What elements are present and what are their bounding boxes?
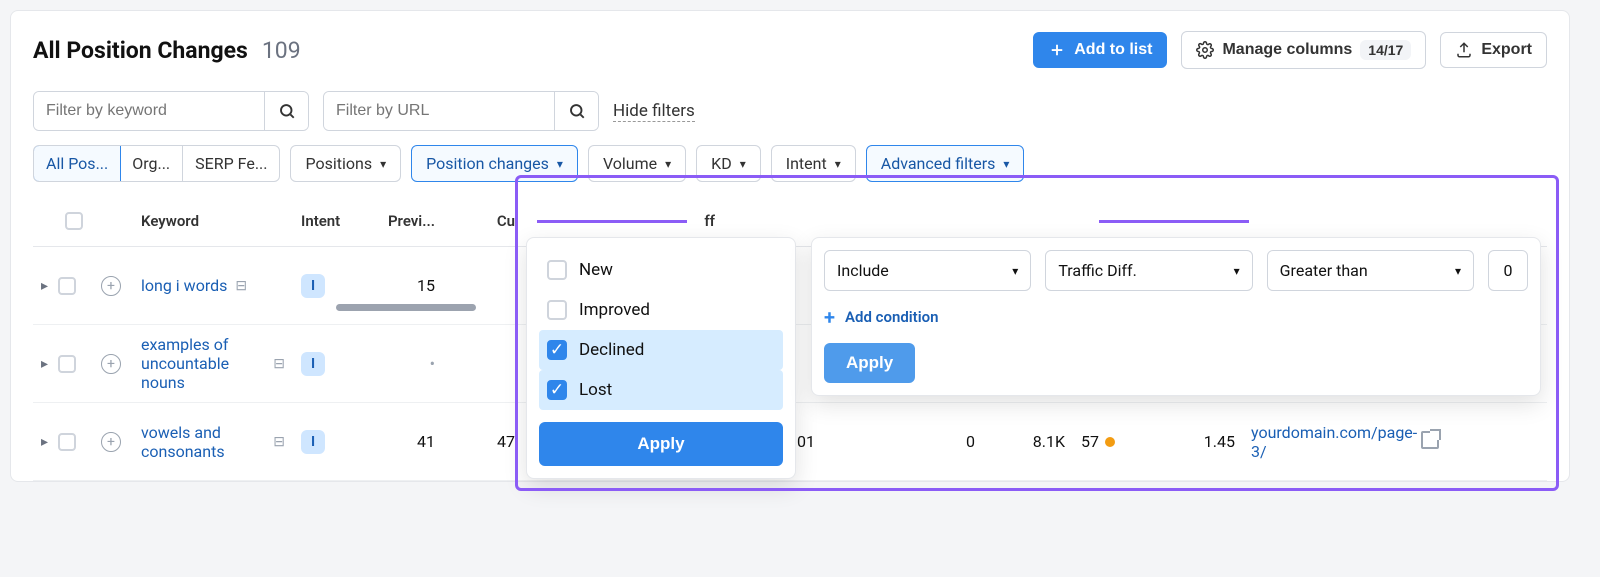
- url-link[interactable]: yourdomain.com/page-3/: [1251, 423, 1417, 461]
- adv-value-input[interactable]: 0: [1488, 250, 1528, 291]
- export-icon: [1455, 41, 1473, 59]
- keyword-search-button[interactable]: [264, 92, 308, 130]
- row-checkbox[interactable]: [58, 277, 76, 295]
- col-current[interactable]: Cu: [443, 206, 523, 236]
- position-changes-filter[interactable]: Position changes▾: [411, 145, 578, 182]
- export-button[interactable]: Export: [1440, 32, 1547, 68]
- add-to-list-button[interactable]: Add to list: [1033, 32, 1167, 68]
- col-intent[interactable]: Intent: [293, 206, 363, 236]
- keyword-filter-group: [33, 91, 309, 131]
- intent-badge: I: [301, 274, 325, 298]
- keyword-link[interactable]: examples of uncountable nouns: [141, 335, 265, 392]
- expand-icon[interactable]: ▸: [41, 434, 48, 450]
- plus-icon: +: [824, 305, 835, 329]
- chevron-down-icon: ▾: [1234, 264, 1240, 278]
- gear-icon: [1196, 41, 1214, 59]
- volume-value: 8.1K: [983, 426, 1073, 457]
- hide-filters-link[interactable]: Hide filters: [613, 101, 695, 122]
- expand-icon[interactable]: ▸: [41, 278, 48, 294]
- advanced-filters-popover: Include▾ Traffic Diff.▾ Greater than▾ 0 …: [811, 237, 1541, 396]
- row-checkbox[interactable]: [58, 355, 76, 373]
- keyword-filter-input[interactable]: [34, 92, 264, 130]
- col-previous[interactable]: Previ...: [363, 206, 443, 236]
- search-icon: [568, 102, 586, 120]
- serp-icon[interactable]: ⊟: [273, 356, 285, 372]
- adv-metric-select[interactable]: Traffic Diff.▾: [1045, 250, 1252, 291]
- expand-icon[interactable]: ▸: [41, 356, 48, 372]
- seg-serp-features[interactable]: SERP Fe...: [183, 146, 279, 181]
- pc-option-improved[interactable]: Improved: [539, 290, 783, 330]
- position-type-segment: All Pos... Org... SERP Fe...: [33, 145, 280, 182]
- plus-icon: [1048, 41, 1066, 59]
- chevron-down-icon: ▾: [740, 157, 746, 171]
- keyword-link[interactable]: long i words: [141, 276, 227, 295]
- volume-filter[interactable]: Volume▾: [588, 145, 686, 182]
- manage-columns-button[interactable]: Manage columns 14/17: [1181, 31, 1426, 69]
- result-count: 109: [262, 37, 301, 64]
- add-keyword-icon[interactable]: +: [101, 276, 121, 296]
- export-label: Export: [1481, 41, 1532, 59]
- chevron-down-icon: ▾: [380, 157, 386, 171]
- select-all-checkbox[interactable]: [65, 212, 83, 230]
- external-link-icon[interactable]: [1421, 431, 1439, 449]
- cpc-value: 1.45: [1153, 426, 1243, 457]
- seg-organic[interactable]: Org...: [120, 146, 183, 181]
- cell-value: 0: [903, 426, 983, 457]
- intent-badge: I: [301, 430, 325, 454]
- adv-include-select[interactable]: Include▾: [824, 250, 1031, 291]
- keyword-link[interactable]: vowels and consonants: [141, 423, 265, 461]
- chevron-down-icon: ▾: [557, 157, 563, 171]
- checkbox-checked-icon: ✓: [547, 340, 567, 360]
- chevron-down-icon: ▾: [1455, 264, 1461, 278]
- position-changes-popover: New Improved ✓ Declined ✓ Lost Apply: [526, 237, 796, 479]
- url-search-button[interactable]: [554, 92, 598, 130]
- url-filter-group: [323, 91, 599, 131]
- kd-value: 57: [1081, 432, 1099, 451]
- adv-apply-button[interactable]: Apply: [824, 343, 915, 383]
- page-title: All Position Changes: [33, 37, 248, 64]
- pc-option-lost[interactable]: ✓ Lost: [539, 370, 783, 410]
- pc-option-new[interactable]: New: [539, 250, 783, 290]
- row-checkbox[interactable]: [58, 433, 76, 451]
- add-to-list-label: Add to list: [1074, 41, 1152, 59]
- serp-icon[interactable]: ⊟: [273, 434, 285, 450]
- col-keyword[interactable]: Keyword: [133, 206, 293, 236]
- current-pos: 47: [443, 426, 523, 457]
- url-filter-input[interactable]: [324, 92, 554, 130]
- seg-all-positions[interactable]: All Pos...: [33, 145, 121, 182]
- chevron-down-icon: ▾: [835, 157, 841, 171]
- chevron-down-icon: ▾: [665, 157, 671, 171]
- chevron-down-icon: ▾: [1003, 157, 1009, 171]
- adv-operator-select[interactable]: Greater than▾: [1267, 250, 1474, 291]
- advanced-filters[interactable]: Advanced filters▾: [866, 145, 1025, 182]
- kd-filter[interactable]: KD▾: [696, 145, 761, 182]
- add-keyword-icon[interactable]: +: [101, 354, 121, 374]
- checkbox-checked-icon: ✓: [547, 380, 567, 400]
- columns-count-badge: 14/17: [1360, 40, 1411, 60]
- previous-pos: •: [363, 348, 443, 379]
- kd-dot-icon: [1105, 437, 1115, 447]
- intent-filter[interactable]: Intent▾: [771, 145, 856, 182]
- chevron-down-icon: ▾: [1012, 264, 1018, 278]
- pc-apply-button[interactable]: Apply: [539, 422, 783, 466]
- horizontal-scroll-thumb[interactable]: [336, 304, 476, 311]
- manage-columns-label: Manage columns: [1222, 41, 1352, 59]
- add-keyword-icon[interactable]: +: [101, 432, 121, 452]
- intent-badge: I: [301, 352, 325, 376]
- checkbox-icon: [547, 260, 567, 280]
- positions-filter[interactable]: Positions▾: [290, 145, 401, 182]
- serp-icon[interactable]: ⊟: [235, 278, 247, 294]
- pc-option-declined[interactable]: ✓ Declined: [539, 330, 783, 370]
- search-icon: [278, 102, 296, 120]
- add-condition-button[interactable]: + Add condition: [824, 305, 1528, 329]
- checkbox-icon: [547, 300, 567, 320]
- previous-pos: 15: [363, 270, 443, 301]
- previous-pos: 41: [363, 426, 443, 457]
